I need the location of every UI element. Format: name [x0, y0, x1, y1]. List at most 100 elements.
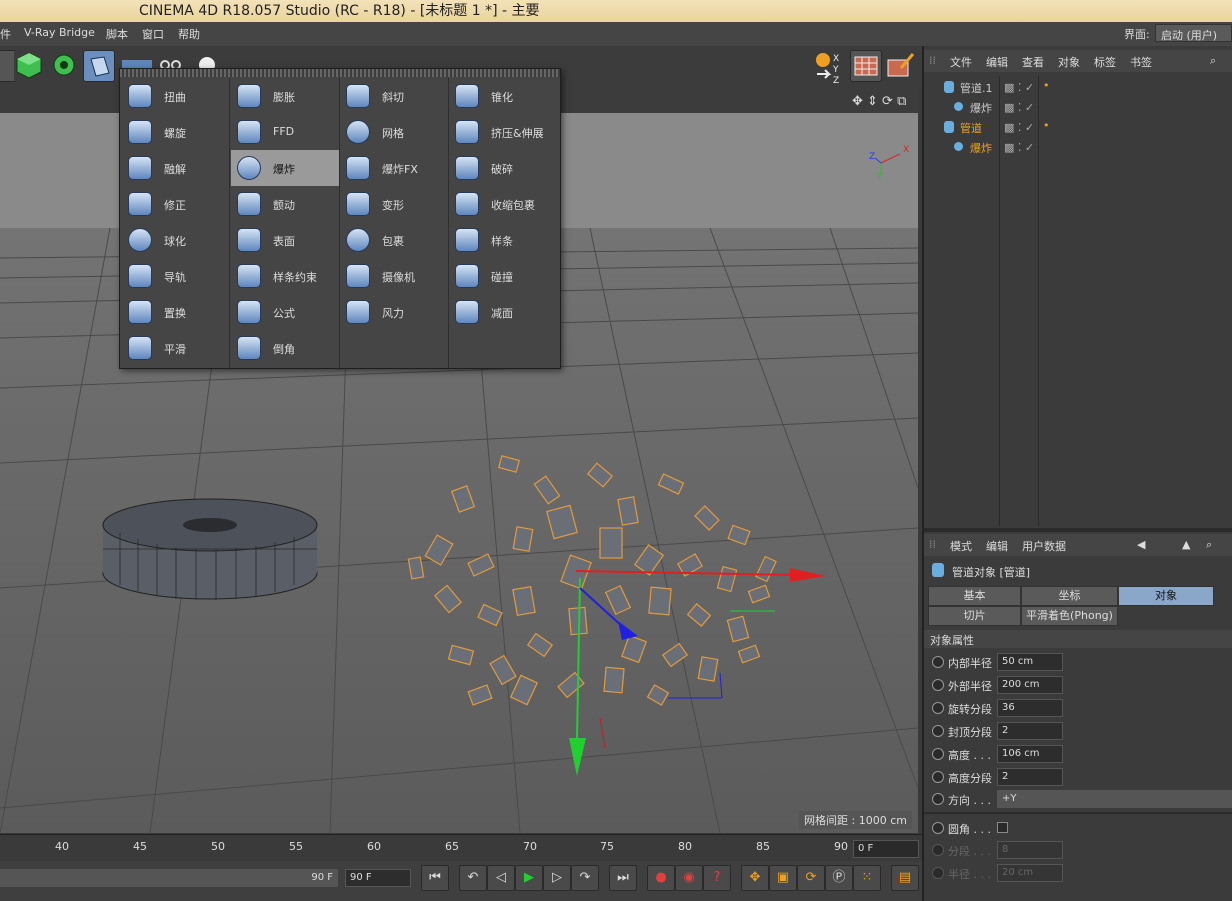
- tab-slice[interactable]: 切片: [928, 606, 1021, 626]
- record-icon[interactable]: ●: [647, 865, 675, 891]
- pointer-icon[interactable]: ▲: [1182, 538, 1190, 551]
- om-menu-objects[interactable]: 对象: [1058, 54, 1080, 70]
- deformer-rail[interactable]: 导轨: [122, 258, 230, 294]
- deformer-ffd[interactable]: FFD: [231, 114, 339, 150]
- deformer-explosion[interactable]: 爆炸: [231, 150, 339, 186]
- prev-key-icon[interactable]: ↶: [459, 865, 487, 891]
- visibility-icon[interactable]: ▩ ⁚ ✓: [1004, 81, 1034, 94]
- frame-range-slider[interactable]: 90 F: [0, 869, 338, 887]
- viewport-nav-icons[interactable]: ✥ ⇕ ⟳ ⧉: [852, 94, 906, 109]
- om-menu-file[interactable]: 文件: [950, 54, 972, 70]
- tab-phong[interactable]: 平滑着色(Phong): [1021, 606, 1118, 626]
- deformer-shear[interactable]: 斜切: [340, 78, 448, 114]
- deformer-displacer[interactable]: 置换: [122, 294, 230, 330]
- deformer-polygon-reduction[interactable]: 减面: [449, 294, 557, 330]
- deformer-mesh[interactable]: 网格: [340, 114, 448, 150]
- section-title: 对象属性: [930, 634, 974, 647]
- prev-frame-icon[interactable]: ◁: [487, 865, 515, 891]
- timeline-ruler[interactable]: 40 45 50 55 60 65 70 75 80 85 90: [0, 834, 922, 861]
- cube-tool-icon[interactable]: [14, 50, 46, 82]
- back-arrow-icon[interactable]: ◀: [1137, 538, 1145, 551]
- layout-select[interactable]: 启动 (用户): [1155, 24, 1232, 42]
- tag-icon[interactable]: •: [1043, 119, 1050, 132]
- deformer-bulge[interactable]: 膨胀: [231, 78, 339, 114]
- timeline-window-icon[interactable]: ▤: [891, 865, 919, 891]
- tab-object[interactable]: 对象: [1118, 586, 1214, 606]
- next-key-icon[interactable]: ↷: [571, 865, 599, 891]
- key-scale-icon[interactable]: ▣: [769, 865, 797, 891]
- visibility-icon[interactable]: ▩ ⁚ ✓: [1004, 141, 1034, 154]
- deformer-squash-stretch[interactable]: 挤压&伸展: [449, 114, 557, 150]
- deformer-surface[interactable]: 表面: [231, 222, 339, 258]
- deformer-smoothing[interactable]: 平滑: [122, 330, 230, 366]
- fillet-checkbox[interactable]: [997, 822, 1008, 833]
- tab-basic[interactable]: 基本: [928, 586, 1021, 606]
- om-menu-edit[interactable]: 编辑: [986, 54, 1008, 70]
- popup-grip[interactable]: [120, 69, 560, 77]
- object-row-tube-1[interactable]: 管道.1 ▩ ⁚ ✓ •: [924, 77, 1232, 97]
- am-menu-userdata[interactable]: 用户数据: [1022, 538, 1066, 554]
- tag-icon[interactable]: •: [1043, 79, 1050, 92]
- menu-vray-bridge[interactable]: V-Ray Bridge: [24, 26, 95, 39]
- deformer-wind[interactable]: 风力: [340, 294, 448, 330]
- object-row-explosion[interactable]: 爆炸 ▩ ⁚ ✓: [924, 137, 1232, 157]
- generator-tool-icon[interactable]: [49, 50, 81, 82]
- deformer-morph[interactable]: 变形: [340, 186, 448, 222]
- exploded-tube[interactable]: [407, 455, 777, 706]
- deformer-camera[interactable]: 摄像机: [340, 258, 448, 294]
- deformer-taper[interactable]: 锥化: [449, 78, 557, 114]
- search-icon[interactable]: ⌕: [1206, 538, 1212, 552]
- deformer-spline[interactable]: 样条: [449, 222, 557, 258]
- menu-script[interactable]: 脚本: [106, 26, 128, 42]
- render-region-icon[interactable]: [850, 50, 882, 82]
- goto-start-icon[interactable]: ⏮: [421, 865, 449, 891]
- am-menu-edit[interactable]: 编辑: [986, 538, 1008, 554]
- key-position-icon[interactable]: ✥: [741, 865, 769, 891]
- key-pla-icon[interactable]: ⁙: [853, 865, 881, 891]
- menu-file[interactable]: 件: [0, 26, 11, 42]
- deformer-twist[interactable]: 螺旋: [122, 114, 230, 150]
- om-menu-tags[interactable]: 标签: [1094, 54, 1116, 70]
- deformer-shrink-wrap[interactable]: 收缩包裹: [449, 186, 557, 222]
- current-frame-field[interactable]: 0 F: [853, 840, 919, 858]
- object-row-explosion-1[interactable]: 爆炸 ▩ ⁚ ✓: [924, 97, 1232, 117]
- om-menu-bookmarks[interactable]: 书签: [1130, 54, 1152, 70]
- deformer-tool-icon[interactable]: [83, 50, 115, 82]
- deformer-melt[interactable]: 融解: [122, 150, 230, 186]
- visibility-icon[interactable]: ▩ ⁚ ✓: [1004, 121, 1034, 134]
- visibility-icon[interactable]: ▩ ⁚ ✓: [1004, 101, 1034, 114]
- deformer-collision[interactable]: 碰撞: [449, 258, 557, 294]
- om-menu-view[interactable]: 查看: [1022, 54, 1044, 70]
- play-icon[interactable]: ▶: [515, 865, 543, 891]
- deformer-correction[interactable]: 修正: [122, 186, 230, 222]
- auto-key-icon[interactable]: ◉: [675, 865, 703, 891]
- coordinate-system-icon[interactable]: XYZ: [813, 50, 845, 86]
- mesh-icon: [346, 120, 370, 144]
- next-frame-icon[interactable]: ▷: [543, 865, 571, 891]
- deformer-bevel[interactable]: 倒角: [231, 330, 339, 366]
- render-settings-icon[interactable]: [885, 50, 917, 82]
- deformer-popup-menu: 扭曲 螺旋 融解 修正 球化 导轨 置换 平滑 膨胀 FFD 爆炸 颤动 表面 …: [119, 68, 561, 370]
- key-parameter-icon[interactable]: Ⓟ: [825, 865, 853, 891]
- search-icon[interactable]: ⌕: [1210, 54, 1216, 68]
- deformer-explosion-fx[interactable]: 爆炸FX: [340, 150, 448, 186]
- deformer-spherify[interactable]: 球化: [122, 222, 230, 258]
- melt-icon: [128, 156, 152, 180]
- deformer-bend[interactable]: 扭曲: [122, 78, 230, 114]
- end-frame-field[interactable]: 90 F: [345, 869, 411, 887]
- goto-end-icon[interactable]: ⏭: [609, 865, 637, 891]
- keyframe-selection-icon[interactable]: ?: [703, 865, 731, 891]
- deformer-formula[interactable]: 公式: [231, 294, 339, 330]
- tick: 45: [133, 840, 147, 853]
- am-menu-mode[interactable]: 模式: [950, 538, 972, 554]
- deformer-wrap[interactable]: 包裹: [340, 222, 448, 258]
- key-rotation-icon[interactable]: ⟳: [797, 865, 825, 891]
- object-row-tube[interactable]: 管道 ▩ ⁚ ✓ •: [924, 117, 1232, 137]
- tab-coordinates[interactable]: 坐标: [1021, 586, 1118, 606]
- deformer-spline-wrap[interactable]: 样条约束: [231, 258, 339, 294]
- menu-window[interactable]: 窗口: [142, 26, 164, 42]
- tube-object[interactable]: [102, 498, 318, 600]
- menu-help[interactable]: 帮助: [178, 26, 200, 42]
- deformer-jiggle[interactable]: 颤动: [231, 186, 339, 222]
- deformer-shatter[interactable]: 破碎: [449, 150, 557, 186]
